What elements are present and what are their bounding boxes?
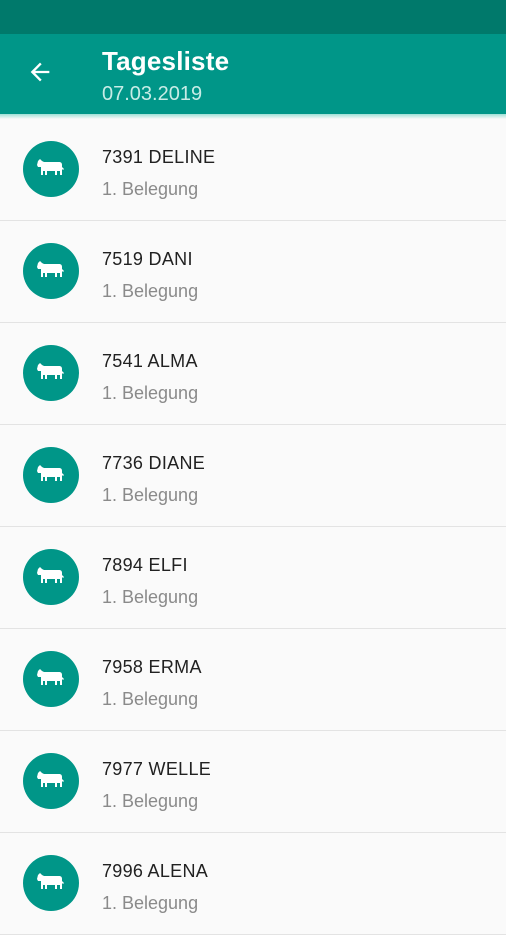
avatar	[23, 855, 79, 911]
item-name: 7977 WELLE	[102, 759, 212, 779]
avatar	[23, 549, 79, 605]
avatar	[23, 447, 79, 503]
page-title: Tagesliste	[102, 46, 230, 76]
item-name: 7996 ALENA	[102, 861, 209, 881]
list-item[interactable]: 7977 WELLE 1. Belegung	[0, 731, 506, 833]
cow-icon	[36, 667, 66, 692]
item-detail: 1. Belegung	[102, 179, 199, 199]
arrow-left-icon	[26, 58, 54, 91]
avatar	[23, 141, 79, 197]
avatar	[23, 345, 79, 401]
item-name: 7519 DANI	[102, 249, 193, 269]
avatar	[23, 651, 79, 707]
item-detail: 1. Belegung	[102, 587, 199, 607]
cow-icon	[36, 769, 66, 794]
list-item[interactable]: 7894 ELFI 1. Belegung	[0, 527, 506, 629]
item-detail: 1. Belegung	[102, 383, 199, 403]
app-bar: Tagesliste 07.03.2019	[0, 34, 506, 114]
list-item[interactable]: 7391 DELINE 1. Belegung	[0, 119, 506, 221]
item-name: 7541 ALMA	[102, 351, 198, 371]
cow-icon	[36, 361, 66, 386]
item-name: 7391 DELINE	[102, 147, 216, 167]
list-item[interactable]: 7958 ERMA 1. Belegung	[0, 629, 506, 731]
item-name: 7894 ELFI	[102, 555, 188, 575]
cow-icon	[36, 565, 66, 590]
item-name: 7736 DIANE	[102, 453, 206, 473]
list-item[interactable]: 7996 ALENA 1. Belegung	[0, 833, 506, 935]
page-subtitle-date: 07.03.2019	[102, 83, 203, 105]
item-detail: 1. Belegung	[102, 791, 199, 811]
status-bar	[0, 0, 506, 34]
item-detail: 1. Belegung	[102, 893, 199, 913]
list-item[interactable]: 7519 DANI 1. Belegung	[0, 221, 506, 323]
cow-icon	[36, 463, 66, 488]
item-name: 7958 ERMA	[102, 657, 202, 677]
back-button[interactable]	[18, 54, 62, 94]
list-item[interactable]: 7736 DIANE 1. Belegung	[0, 425, 506, 527]
item-detail: 1. Belegung	[102, 485, 199, 505]
avatar	[23, 753, 79, 809]
cow-icon	[36, 157, 66, 182]
avatar	[23, 243, 79, 299]
item-detail: 1. Belegung	[102, 689, 199, 709]
item-detail: 1. Belegung	[102, 281, 199, 301]
cow-icon	[36, 871, 66, 896]
animal-list: 7391 DELINE 1. Belegung 7519 DANI 1. Bel…	[0, 119, 506, 935]
list-item[interactable]: 7541 ALMA 1. Belegung	[0, 323, 506, 425]
cow-icon	[36, 259, 66, 284]
